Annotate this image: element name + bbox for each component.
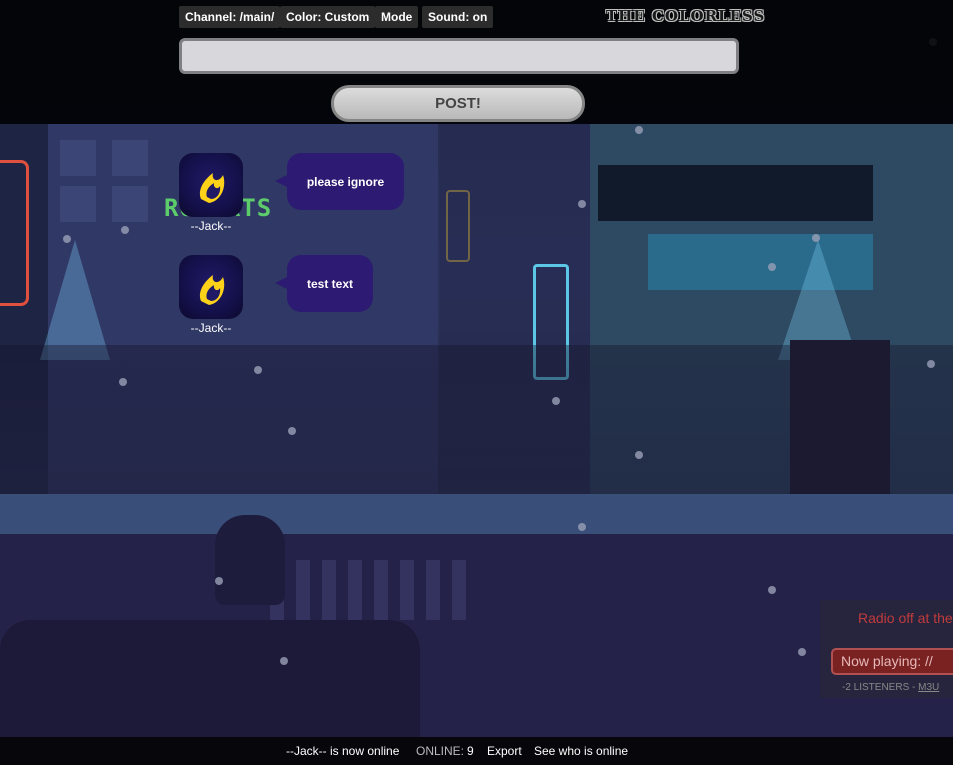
- neon-sign-left: [0, 160, 29, 306]
- footer-bar: --Jack-- is now online ONLINE: 9 Export …: [0, 737, 953, 765]
- brand-logo: THE COLORLESS: [606, 7, 766, 25]
- message-bubble: test text: [275, 255, 373, 312]
- message-username[interactable]: --Jack--: [176, 321, 246, 335]
- export-link[interactable]: Export: [487, 737, 522, 765]
- flame-glyph-icon: [199, 173, 225, 203]
- online-notice: --Jack-- is now online: [286, 744, 400, 758]
- see-who-online-link[interactable]: See who is online: [534, 737, 628, 765]
- listener-count: -2 LISTENERS - M3U: [842, 682, 939, 693]
- color-button[interactable]: Color: Custom: [280, 6, 376, 28]
- radio-status: Radio off at the: [858, 610, 953, 626]
- channel-button[interactable]: Channel: /main/: [179, 6, 281, 28]
- avatar[interactable]: [179, 255, 243, 319]
- online-label: ONLINE:: [416, 744, 465, 758]
- m3u-link[interactable]: M3U: [918, 682, 939, 693]
- listeners-text: -2 LISTENERS -: [842, 682, 916, 693]
- figure-silhouette: [0, 620, 420, 737]
- online-count: 9: [467, 744, 474, 758]
- sound-toggle[interactable]: Sound: on: [422, 6, 494, 28]
- now-playing-bar[interactable]: Now playing: //: [831, 648, 953, 675]
- flame-glyph-icon: [199, 275, 225, 305]
- message-username[interactable]: --Jack--: [176, 219, 246, 233]
- avatar[interactable]: [179, 153, 243, 217]
- message-input[interactable]: [179, 38, 739, 74]
- message-bubble: please ignore: [275, 153, 404, 210]
- mode-button[interactable]: Mode: [375, 6, 419, 28]
- post-button[interactable]: POST!: [331, 85, 585, 122]
